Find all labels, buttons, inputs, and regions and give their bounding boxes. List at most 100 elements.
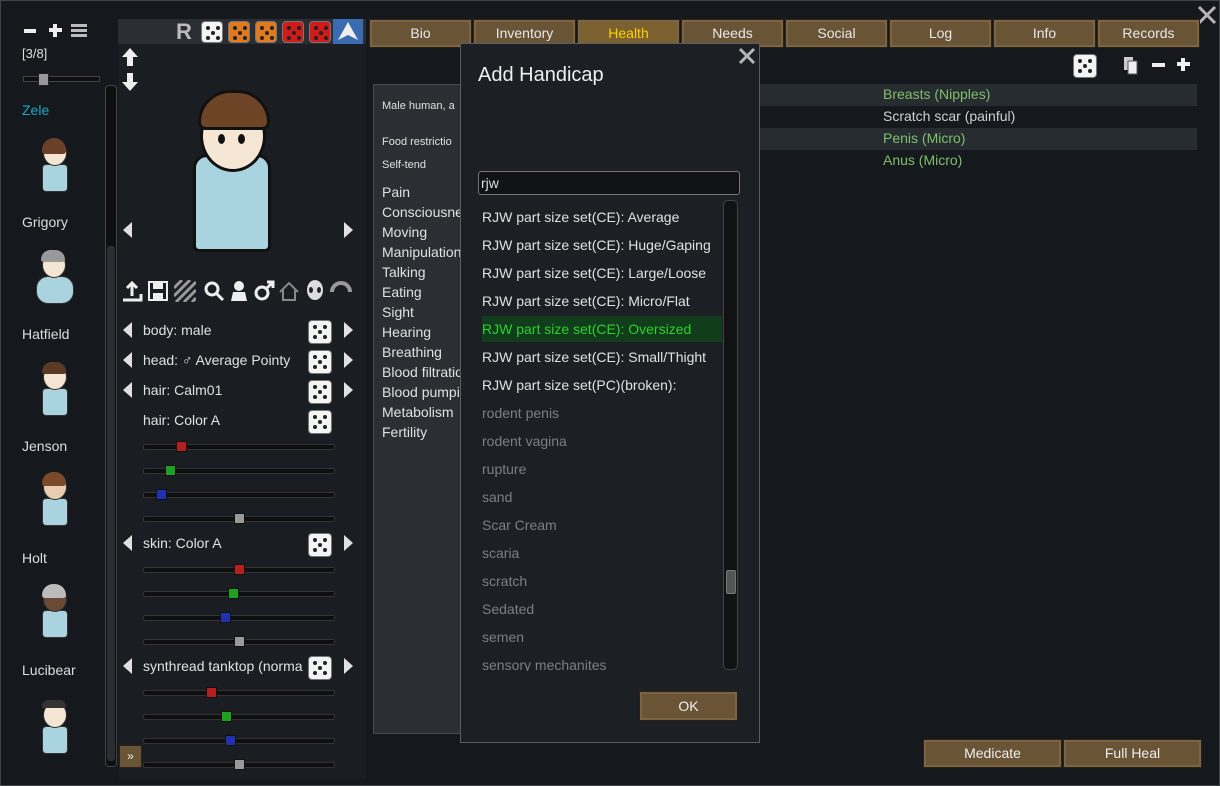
colonist-name[interactable]: Grigory [22, 214, 68, 230]
hair-next-arrow[interactable] [344, 382, 353, 398]
colonist-name[interactable]: Holt [22, 550, 47, 566]
handicap-option-disabled[interactable]: scaria [482, 545, 519, 561]
colonist-avatar[interactable] [36, 584, 72, 638]
apparel-red-slider[interactable] [143, 687, 335, 698]
dice-icon[interactable] [201, 21, 223, 43]
skin-blue-slider[interactable] [143, 612, 335, 623]
dice-red-icon[interactable] [309, 21, 331, 43]
head-prev-arrow[interactable] [123, 352, 132, 368]
gene-icon[interactable] [329, 280, 353, 302]
arrow-up-icon[interactable] [121, 47, 139, 67]
handicap-option[interactable]: RJW part size set(PC)(broken): [482, 377, 676, 393]
tab-social[interactable]: Social [785, 19, 888, 48]
hair-brightness-slider[interactable] [143, 513, 335, 524]
apparel-brightness-slider[interactable] [143, 759, 335, 770]
tab-log[interactable]: Log [889, 19, 992, 48]
apparel-blue-slider[interactable] [143, 735, 335, 746]
hediff-row[interactable] [757, 150, 1197, 172]
medicate-button[interactable]: Medicate [923, 739, 1062, 768]
dice-icon[interactable] [308, 533, 332, 557]
tab-bio[interactable]: Bio [369, 19, 472, 48]
apparel-next-arrow[interactable] [344, 658, 353, 674]
hair-blue-slider[interactable] [143, 489, 335, 500]
dice-icon[interactable] [308, 656, 332, 680]
apparel-prev-arrow[interactable] [123, 658, 132, 674]
skin-next-arrow[interactable] [344, 535, 353, 551]
load-icon[interactable] [121, 280, 143, 302]
handicap-option[interactable]: RJW part size set(CE): Micro/Flat [482, 293, 690, 309]
hair-red-slider[interactable] [143, 441, 335, 452]
body-next-arrow[interactable] [344, 322, 353, 338]
skin-prev-arrow[interactable] [123, 535, 132, 551]
alien-icon[interactable] [305, 280, 325, 302]
dice-orange-icon[interactable] [255, 21, 277, 43]
handicap-option-disabled[interactable]: Scar Cream [482, 517, 557, 533]
dice-icon[interactable] [308, 410, 332, 434]
plus-icon[interactable] [48, 23, 63, 38]
handicap-search-input[interactable] [478, 171, 740, 195]
handicap-option[interactable]: RJW part size set(CE): Huge/Gaping [482, 237, 711, 253]
handicap-option-disabled[interactable]: rupture [482, 461, 526, 477]
zoom-slider[interactable] [23, 73, 100, 86]
arrow-down-icon[interactable] [121, 72, 139, 92]
head-next-arrow[interactable] [344, 352, 353, 368]
colonist-name[interactable]: Hatfield [22, 326, 69, 342]
apparel-green-slider[interactable] [143, 711, 335, 722]
handicap-option[interactable]: RJW part size set(CE): Average [482, 209, 679, 225]
colonist-name[interactable]: Lucibear [22, 662, 76, 678]
portrait-prev-arrow[interactable] [123, 222, 132, 238]
dice-orange-icon[interactable] [228, 21, 250, 43]
dice-icon[interactable] [1073, 54, 1097, 78]
full-heal-button[interactable]: Full Heal [1063, 739, 1202, 768]
dice-icon[interactable] [308, 380, 332, 404]
copy-icon[interactable] [1123, 56, 1139, 76]
handicap-option-disabled[interactable]: sensory mechanites [482, 657, 607, 671]
colonist-name[interactable]: Jenson [22, 438, 67, 454]
handicap-option-disabled[interactable]: semen [482, 629, 524, 645]
expand-button[interactable]: » [119, 745, 142, 768]
close-dialog-icon[interactable] [737, 46, 757, 66]
randomize-label[interactable]: R [176, 19, 192, 45]
dice-icon[interactable] [308, 320, 332, 344]
colonist-avatar[interactable] [36, 362, 72, 416]
navigate-icon[interactable] [333, 19, 363, 44]
tab-info[interactable]: Info [993, 19, 1096, 48]
handicap-option[interactable]: RJW part size set(CE): Small/Thight [482, 349, 706, 365]
hediff-row[interactable] [757, 128, 1197, 150]
list-icon[interactable] [70, 23, 88, 39]
minus-icon[interactable] [23, 24, 37, 38]
handicap-option-disabled[interactable]: Sedated [482, 601, 534, 617]
tab-records[interactable]: Records [1097, 19, 1200, 48]
colonist-avatar[interactable] [36, 472, 72, 526]
male-gender-icon[interactable] [253, 280, 275, 302]
dice-red-icon[interactable] [282, 21, 304, 43]
pawn-silhouette-icon[interactable] [228, 280, 250, 302]
colonist-avatar[interactable] [32, 250, 76, 304]
stripes-icon[interactable] [172, 278, 198, 304]
handicap-option-disabled[interactable]: rodent vagina [482, 433, 567, 449]
colonist-avatar[interactable] [36, 138, 72, 192]
options-scrollbar[interactable] [723, 200, 738, 670]
skin-green-slider[interactable] [143, 588, 335, 599]
save-icon[interactable] [147, 280, 169, 302]
portrait-next-arrow[interactable] [344, 222, 353, 238]
add-hediff-icon[interactable] [1176, 57, 1191, 72]
handicap-option-highlighted[interactable]: RJW part size set(CE): Oversized [482, 316, 722, 342]
hair-prev-arrow[interactable] [123, 382, 132, 398]
handicap-option-disabled[interactable]: scratch [482, 573, 527, 589]
skin-brightness-slider[interactable] [143, 636, 335, 647]
handicap-option-disabled[interactable]: sand [482, 489, 512, 505]
body-prev-arrow[interactable] [123, 322, 132, 338]
hair-green-slider[interactable] [143, 465, 335, 476]
colonist-name[interactable]: Zele [22, 102, 49, 118]
dice-icon[interactable] [308, 350, 332, 374]
magnifier-icon[interactable] [203, 280, 225, 302]
colonist-list-scrollbar[interactable] [105, 85, 117, 767]
house-icon[interactable] [278, 280, 300, 302]
colonist-avatar[interactable] [36, 700, 72, 754]
handicap-option-disabled[interactable]: rodent penis [482, 405, 559, 421]
skin-red-slider[interactable] [143, 564, 335, 575]
remove-hediff-icon[interactable] [1151, 58, 1166, 73]
handicap-option[interactable]: RJW part size set(CE): Large/Loose [482, 265, 706, 281]
ok-button[interactable]: OK [639, 691, 738, 721]
